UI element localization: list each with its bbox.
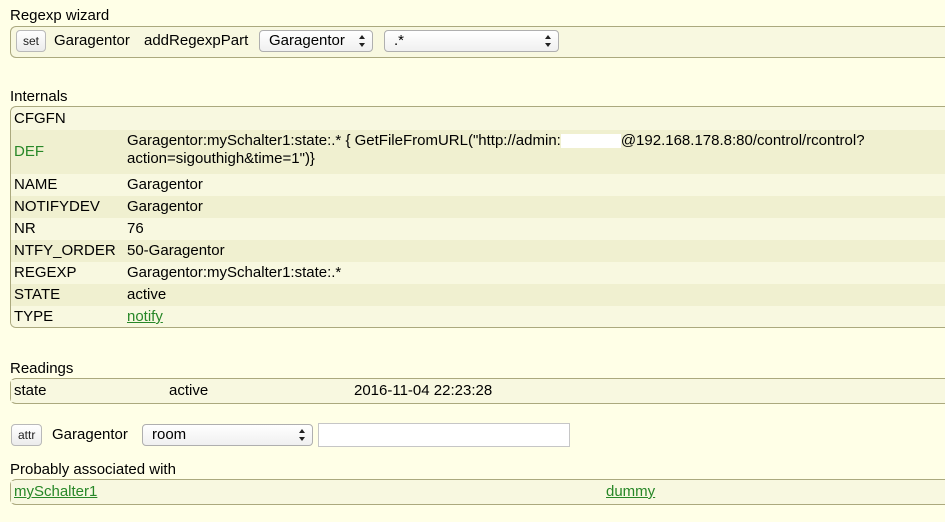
internal-key: NAME: [14, 176, 58, 193]
internal-value-def: Garagentor:mySchalter1:state:.* { GetFil…: [127, 132, 865, 168]
device-select[interactable]: Garagentor: [259, 30, 373, 52]
internal-row-state: STATE active: [11, 284, 945, 306]
internal-row-def: DEF Garagentor:mySchalter1:state:.* { Ge…: [11, 130, 945, 174]
associated-type-link[interactable]: dummy: [606, 481, 655, 503]
wizard-device-name: Garagentor: [54, 32, 130, 49]
select-arrows-icon: [545, 35, 551, 47]
internal-key: CFGFN: [14, 110, 66, 127]
def-value-line2: action=sigouthigh&time=1")}: [127, 150, 315, 167]
internal-value: 76: [127, 220, 144, 237]
internal-value: Garagentor: [127, 198, 203, 215]
attribute-select-value: room: [152, 426, 187, 443]
type-notify-link[interactable]: notify: [127, 306, 163, 327]
internal-value: Garagentor:mySchalter1:state:.*: [127, 264, 342, 281]
internal-row-type: TYPE notify: [11, 306, 945, 327]
pattern-select-value: .*: [394, 32, 405, 49]
def-value-line1: Garagentor:mySchalter1:state:.* { GetFil…: [127, 132, 561, 149]
reading-row-state: state active 2016-11-04 22:23:28: [11, 380, 945, 402]
internal-key: NTFY_ORDER: [14, 242, 116, 259]
select-arrows-icon: [359, 35, 365, 47]
regexp-wizard-panel: set Garagentor addRegexpPart Garagentor …: [10, 26, 945, 58]
set-button[interactable]: set: [16, 30, 47, 52]
reading-name: state: [14, 382, 47, 399]
readings-table: state active 2016-11-04 22:23:28: [10, 378, 945, 404]
internals-table: CFGFN DEF Garagentor:mySchalter1:state:.…: [10, 106, 945, 328]
redacted-password: [560, 134, 621, 149]
reading-timestamp: 2016-11-04 22:23:28: [354, 382, 493, 399]
select-arrows-icon: [299, 429, 305, 441]
internals-title: Internals: [10, 88, 68, 105]
attr-device-name: Garagentor: [52, 426, 128, 443]
internal-key: STATE: [14, 286, 61, 303]
internal-row-name: NAME Garagentor: [11, 174, 945, 196]
internal-key: NOTIFYDEV: [14, 198, 100, 215]
wizard-command: addRegexpPart: [144, 32, 249, 49]
internal-key: TYPE: [14, 308, 54, 325]
associated-row: mySchalter1 dummy: [11, 481, 945, 503]
attribute-select[interactable]: room: [142, 424, 313, 446]
attr-button[interactable]: attr: [11, 424, 43, 446]
internal-value: 50-Garagentor: [127, 242, 225, 259]
internal-row-regexp: REGEXP Garagentor:mySchalter1:state:.*: [11, 262, 945, 284]
def-link[interactable]: DEF: [14, 141, 44, 163]
internal-key: REGEXP: [14, 264, 77, 281]
readings-title: Readings: [10, 360, 74, 377]
regexp-wizard-title: Regexp wizard: [10, 7, 110, 24]
pattern-select[interactable]: .*: [384, 30, 559, 52]
device-select-value: Garagentor: [269, 32, 345, 49]
internal-row-nr: NR 76: [11, 218, 945, 240]
internal-value: Garagentor: [127, 176, 203, 193]
def-value-suffix: @192.168.178.8:80/control/rcontrol?: [620, 132, 865, 149]
associated-device-link[interactable]: mySchalter1: [14, 481, 97, 503]
internal-row-cfgfn: CFGFN: [11, 108, 945, 130]
associated-table: mySchalter1 dummy: [10, 479, 945, 505]
internal-key: NR: [14, 220, 36, 237]
reading-value: active: [169, 382, 209, 399]
internal-row-ntfy-order: NTFY_ORDER 50-Garagentor: [11, 240, 945, 262]
internal-row-notifydev: NOTIFYDEV Garagentor: [11, 196, 945, 218]
attribute-value-input[interactable]: [318, 423, 570, 447]
associated-title: Probably associated with: [10, 461, 176, 478]
internal-value: active: [127, 286, 167, 303]
